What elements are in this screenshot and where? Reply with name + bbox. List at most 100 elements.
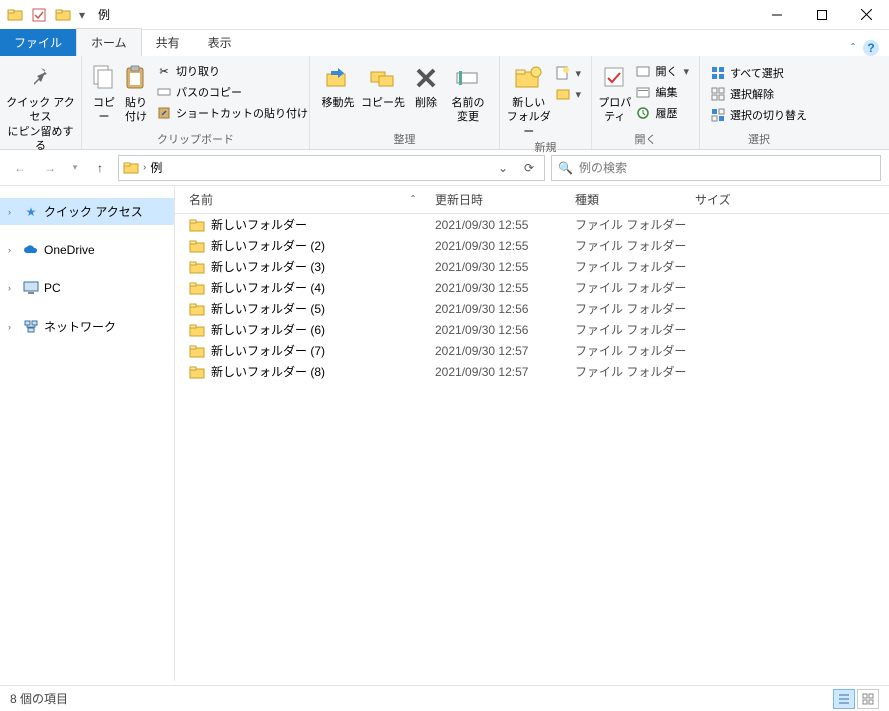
file-date: 2021/09/30 12:55 [435,218,575,232]
pc-icon [23,280,39,296]
edit-icon [635,84,651,100]
network-icon [23,319,39,335]
file-row[interactable]: 新しいフォルダー (7)2021/09/30 12:57ファイル フォルダー [175,340,889,361]
close-button[interactable] [844,1,889,29]
copy-button[interactable]: コピー [88,58,120,125]
maximize-button[interactable] [799,1,844,29]
qat-newfolder-icon[interactable] [52,4,74,26]
window-title: 例 [92,6,110,23]
tab-home[interactable]: ホーム [76,28,142,56]
pin-to-quick-access-button[interactable]: クイック アクセス にピン留めする [6,58,75,153]
properties-button[interactable]: プロパティ [598,58,631,125]
file-row[interactable]: 新しいフォルダー (5) 2021/09/30 12:56ファイル フォルダー [175,298,889,319]
chevron-right-icon[interactable]: › [8,245,18,255]
address-bar[interactable]: › 例 ⌄ ⟳ [118,155,545,181]
chevron-right-icon[interactable]: › [8,207,18,217]
col-header-type[interactable]: 種類 [575,191,695,208]
navitem-onedrive[interactable]: › OneDrive [0,237,174,263]
recent-dropdown[interactable]: ▾ [68,156,82,180]
edit-button[interactable]: 編集 [631,83,693,101]
col-header-size[interactable]: サイズ [695,191,775,208]
select-none-button[interactable]: 選択解除 [706,85,811,103]
file-date: 2021/09/30 12:55 [435,281,575,295]
qat-dropdown-icon[interactable]: ▾ [76,4,88,26]
up-button[interactable]: ↑ [88,156,112,180]
file-date: 2021/09/30 12:56 [435,302,575,316]
file-type: ファイル フォルダー [575,363,695,380]
history-icon [635,105,651,121]
forward-button[interactable]: → [38,156,62,180]
address-dropdown-icon[interactable]: ⌄ [492,161,514,175]
col-header-date[interactable]: 更新日時 [435,191,575,208]
cut-button[interactable]: ✂切り取り [152,62,312,80]
status-bar: 8 個の項目 [0,685,889,711]
copy-to-button[interactable]: コピー先 [360,58,406,110]
path-icon [156,84,172,100]
rename-button[interactable]: 名前の 変更 [446,58,490,125]
new-item-button[interactable]: ▾ [551,64,585,82]
ribbon-collapse-icon[interactable]: ˆ [851,41,855,55]
view-details-button[interactable] [833,689,855,709]
view-thumbnails-button[interactable] [857,689,879,709]
folder-app-icon [4,4,26,26]
navitem-quick-access[interactable]: › ★ クイック アクセス [0,198,174,225]
chevron-right-icon[interactable]: › [8,283,18,293]
col-header-name[interactable]: 名前ˆ [175,191,435,208]
chevron-right-icon[interactable]: › [8,322,18,332]
delete-button[interactable]: 削除 [406,58,446,110]
file-row[interactable]: 新しいフォルダー (3)2021/09/30 12:55ファイル フォルダー [175,256,889,277]
select-group-label: 選択 [700,131,818,149]
search-icon: 🔍 [558,161,573,175]
easy-access-button[interactable]: ▾ [551,85,585,103]
file-name: 新しいフォルダー (3) [211,258,325,275]
history-button[interactable]: 履歴 [631,104,693,122]
qat-properties-icon[interactable] [28,4,50,26]
help-icon[interactable]: ? [863,40,879,56]
file-row[interactable]: 新しいフォルダー (2)2021/09/30 12:55ファイル フォルダー [175,235,889,256]
invert-selection-button[interactable]: 選択の切り替え [706,106,811,124]
file-type: ファイル フォルダー [575,237,695,254]
new-folder-button[interactable]: 新しい フォルダー [506,58,551,139]
open-button[interactable]: 開く▾ [631,62,693,80]
navigation-pane: › ★ クイック アクセス › OneDrive › PC › ネットワーク [0,186,175,681]
copy-icon [88,62,120,94]
file-name: 新しいフォルダー (5) [211,300,325,317]
cloud-icon [23,242,39,258]
open-group-label: 開く [592,131,699,149]
file-row[interactable]: 新しいフォルダー (6)2021/09/30 12:56ファイル フォルダー [175,319,889,340]
back-button[interactable]: ← [8,156,32,180]
paste-icon [120,62,152,94]
file-date: 2021/09/30 12:55 [435,260,575,274]
refresh-button[interactable]: ⟳ [518,161,540,175]
minimize-button[interactable] [754,1,799,29]
file-row[interactable]: 新しいフォルダー2021/09/30 12:55ファイル フォルダー [175,214,889,235]
file-type: ファイル フォルダー [575,300,695,317]
paste-button[interactable]: 貼り付け [120,58,152,125]
ribbon-tabs: ファイル ホーム 共有 表示 ˆ ? [0,30,889,56]
file-type: ファイル フォルダー [575,216,695,233]
tab-file[interactable]: ファイル [0,29,76,56]
chevron-right-icon[interactable]: › [143,162,146,173]
select-all-button[interactable]: すべて選択 [706,64,811,82]
pin-icon [25,62,57,94]
folder-icon [189,280,205,296]
file-date: 2021/09/30 12:57 [435,365,575,379]
file-list: 名前ˆ 更新日時 種類 サイズ 新しいフォルダー2021/09/30 12:55… [175,186,889,681]
search-placeholder: 例の検索 [579,159,627,176]
copy-to-icon [367,62,399,94]
paste-shortcut-button[interactable]: ショートカットの貼り付け [152,104,312,122]
navitem-network[interactable]: › ネットワーク [0,313,174,340]
navitem-pc[interactable]: › PC [0,275,174,301]
shortcut-icon [156,105,172,121]
copy-path-button[interactable]: パスのコピー [152,83,312,101]
file-row[interactable]: 新しいフォルダー (8)2021/09/30 12:57ファイル フォルダー [175,361,889,382]
scissors-icon: ✂ [156,63,172,79]
file-row[interactable]: 新しいフォルダー (4)2021/09/30 12:55ファイル フォルダー [175,277,889,298]
title-bar: ▾ 例 [0,0,889,30]
search-input[interactable]: 🔍 例の検索 [551,155,881,181]
tab-share[interactable]: 共有 [142,29,194,56]
tab-view[interactable]: 表示 [194,29,246,56]
breadcrumb-folder[interactable]: 例 [150,159,162,176]
move-to-button[interactable]: 移動先 [316,58,360,110]
file-name: 新しいフォルダー (2) [211,237,325,254]
